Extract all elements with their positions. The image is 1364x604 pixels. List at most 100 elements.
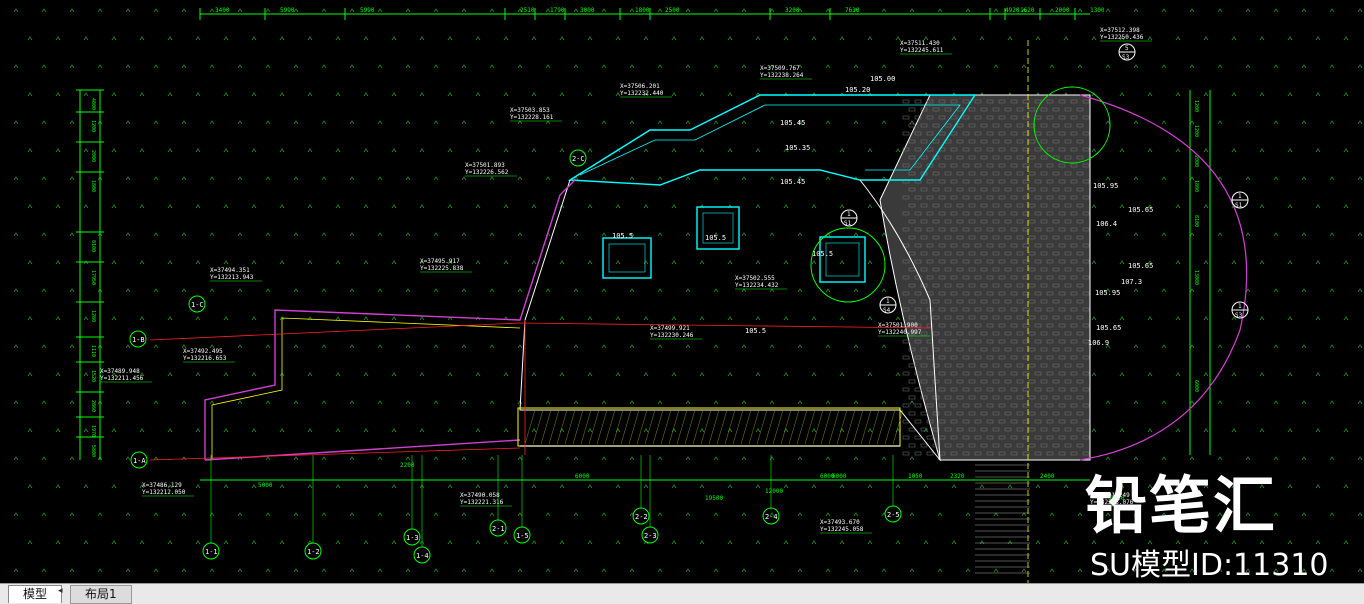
grass-symbol [685,400,691,405]
grass-symbol [1133,400,1139,405]
grass-symbol [1315,428,1321,433]
grass-symbol [475,204,481,209]
coordinate-y: Y=132216.653 [183,355,227,362]
tab-scroll-icon[interactable]: ◂ [58,586,68,602]
grass-symbol [755,260,761,265]
grass-symbol [643,316,649,321]
grass-symbol [629,400,635,405]
axis-bubble-label: 1-2 [307,548,320,556]
grass-symbol [69,400,75,405]
grass-symbol [447,428,453,433]
tab-layout1[interactable]: 布局1 [70,585,132,604]
grass-symbol [447,484,453,489]
grass-symbol [209,288,215,293]
grass-symbol [335,92,341,97]
grass-symbol [237,120,243,125]
grass-symbol [195,204,201,209]
grass-symbol [797,512,803,517]
grass-symbol [293,400,299,405]
grass-symbol [839,484,845,489]
grass-symbol [433,456,439,461]
grass-symbol [1273,288,1279,293]
grass-symbol [1077,8,1083,13]
tab-model[interactable]: 模型 [8,585,63,603]
grass-symbol [643,204,649,209]
grass-symbol [755,428,761,433]
grass-symbol [629,176,635,181]
grass-symbol [1343,92,1349,97]
grass-symbol [265,176,271,181]
dimension-text-left: 17950 [90,270,96,285]
grass-symbol [377,456,383,461]
grass-symbol [1133,120,1139,125]
grass-symbol [125,400,131,405]
grass-symbol [391,260,397,265]
grass-symbol [587,148,593,153]
grass-symbol [1189,288,1195,293]
grass-symbol [713,400,719,405]
grass-symbol [853,456,859,461]
pergola-hatch [628,409,640,445]
grass-symbol [405,456,411,461]
grass-symbol [279,92,285,97]
elevation-label: 107.3 [1121,278,1142,286]
grass-symbol [657,232,663,237]
grass-symbol [503,372,509,377]
grass-symbol [125,512,131,517]
pergola-hatch [540,409,552,445]
grass-symbol [237,232,243,237]
grass-symbol [461,64,467,69]
grass-symbol [1231,260,1237,265]
grass-symbol [111,92,117,97]
grass-symbol [629,8,635,13]
grass-symbol [601,64,607,69]
grass-symbol [503,204,509,209]
grass-symbol [1161,176,1167,181]
grass-symbol [755,372,761,377]
grass-symbol [671,260,677,265]
grass-symbol [405,64,411,69]
grass-symbol [573,568,579,573]
grass-symbol [251,92,257,97]
grass-symbol [293,288,299,293]
grass-symbol [139,36,145,41]
dimension-text-left: 1970 [90,425,96,437]
grass-symbol [321,288,327,293]
grass-symbol [307,36,313,41]
grass-symbol [727,316,733,321]
grass-symbol [125,568,131,573]
grass-symbol [881,568,887,573]
grass-symbol [391,148,397,153]
grass-symbol [279,484,285,489]
grass-symbol [839,36,845,41]
grass-symbol [321,344,327,349]
grass-symbol [713,64,719,69]
grass-symbol [965,512,971,517]
grass-symbol [1245,232,1251,237]
grass-symbol [349,120,355,125]
axis-bubble-label: 1-3 [406,534,419,542]
dimension-text-bottom: 6000 [832,473,847,480]
coordinate-x: X=37489.948 [100,368,140,375]
grass-symbol [1035,484,1041,489]
grass-symbol [685,232,691,237]
grass-symbol [321,568,327,573]
grass-symbol [671,372,677,377]
grass-symbol [209,568,215,573]
dimension-text-top: 1800 [635,7,650,14]
grass-symbol [209,232,215,237]
grass-symbol [27,428,33,433]
grass-symbol [83,92,89,97]
dimension-text-top: 1300 [1090,7,1105,14]
grass-symbol [83,36,89,41]
grass-symbol [55,36,61,41]
grass-symbol [643,484,649,489]
grass-symbol [811,372,817,377]
grass-symbol [391,36,397,41]
dimension-text-top: 3400 [215,7,230,14]
coordinate-x: X=37512.398 [1100,27,1140,34]
grass-symbol [755,148,761,153]
grass-symbol [1231,372,1237,377]
grass-symbol [1217,288,1223,293]
grass-symbol [727,540,733,545]
